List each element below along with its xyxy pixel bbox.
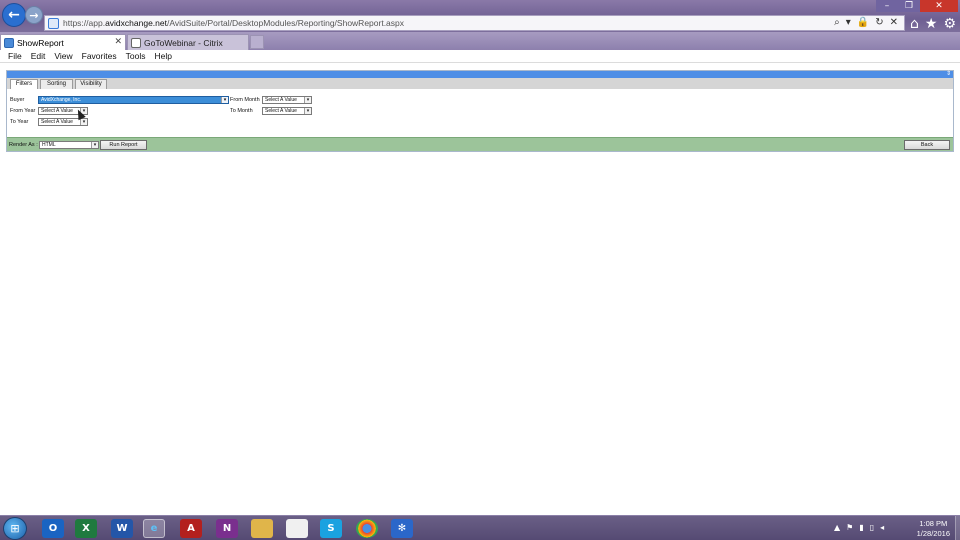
volume-icon[interactable]: ◂ [880, 523, 884, 532]
run-report-button[interactable]: Run Report [100, 140, 147, 150]
report-parameters-panel: ⇕ Filters Sorting Visibility Buyer AvidX… [6, 70, 954, 152]
maximize-button[interactable]: ❐ [898, 0, 920, 12]
favorites-star-icon[interactable]: ★ [925, 16, 938, 32]
back-button[interactable]: ← [2, 3, 26, 27]
back-arrow-icon: ← [8, 7, 20, 23]
to-month-value: Select A Value [265, 108, 297, 114]
render-as-select[interactable]: HTML ▾ [39, 141, 99, 149]
forward-button[interactable]: → [25, 6, 43, 24]
from-month-select[interactable]: Select A Value ▾ [262, 96, 312, 104]
skype-icon[interactable]: S [320, 519, 342, 538]
back-button-report[interactable]: Back [904, 140, 950, 150]
tray-expand-icon[interactable]: ▲ [834, 523, 840, 532]
windows-taskbar: ⊞ O X W e A N S ✻ ▲ ⚑ ▮ ▯ ◂ 1:08 PM 1/28… [0, 515, 960, 540]
tab-sorting[interactable]: Sorting [40, 79, 73, 89]
from-month-label: From Month [230, 97, 260, 103]
from-year-value: Select A Value [41, 108, 73, 114]
url-host: avidxchange.net [105, 18, 167, 28]
battery-icon[interactable]: ▯ [870, 523, 874, 532]
panel-header: ⇕ [7, 70, 953, 78]
system-tray: ▲ ⚑ ▮ ▯ ◂ 1:08 PM 1/28/2016 [830, 516, 960, 540]
excel-icon[interactable]: X [75, 519, 97, 538]
lock-icon[interactable]: 🔒 [857, 17, 869, 28]
clock[interactable]: 1:08 PM 1/28/2016 [917, 519, 950, 539]
menu-help[interactable]: Help [154, 50, 171, 62]
minimize-button[interactable]: – [876, 0, 898, 12]
from-month-value: Select A Value [265, 97, 297, 103]
from-year-label: From Year [10, 108, 36, 114]
home-icon[interactable]: ⌂ [910, 16, 919, 32]
chevron-down-icon: ▾ [304, 108, 311, 114]
chevron-down-icon: ▾ [80, 119, 87, 125]
tab-showreport[interactable]: ShowReport ✕ [0, 34, 126, 50]
browser-tab-row: ShowReport ✕ GoToWebinar - Citrix [0, 32, 960, 50]
address-tools: ⌕ ▾ 🔒 ↻ ✕ [834, 17, 898, 28]
tab-visibility[interactable]: Visibility [75, 79, 107, 89]
tab-label: GoToWebinar - Citrix [144, 37, 223, 48]
buyer-value: AvidXchange, Inc. [41, 97, 82, 103]
clock-date: 1/28/2016 [916, 529, 950, 538]
window-controls: – ❐ ✕ [876, 0, 958, 12]
browser-toolbar-icons: ⌂ ★ ⚙ [910, 16, 956, 32]
report-subtabs: Filters Sorting Visibility [7, 78, 953, 89]
chevron-down-icon: ▾ [91, 142, 98, 148]
menu-tools[interactable]: Tools [126, 50, 146, 62]
forward-arrow-icon: → [29, 8, 39, 22]
new-tab-button[interactable] [250, 35, 264, 49]
chrome-icon[interactable] [356, 519, 378, 538]
buyer-select[interactable]: AvidXchange, Inc. ▾ [38, 96, 229, 104]
url-prefix: https://app. [63, 18, 106, 28]
screen: ← → https://app.avidxchange.net/AvidSuit… [0, 0, 960, 540]
tray-icons: ▲ ⚑ ▮ ▯ ◂ [834, 523, 884, 532]
tab-close-icon[interactable]: ✕ [114, 37, 122, 47]
internet-explorer-icon[interactable]: e [143, 519, 165, 538]
app-icon[interactable]: ✻ [391, 519, 413, 538]
menu-view[interactable]: View [54, 50, 72, 62]
menu-bar: File Edit View Favorites Tools Help [0, 50, 960, 63]
collapse-icon[interactable]: ⇕ [946, 70, 951, 78]
outlook-icon[interactable]: O [42, 519, 64, 538]
chevron-down-icon: ▾ [221, 97, 228, 103]
word-icon[interactable]: W [111, 519, 133, 538]
chevron-down-icon: ▾ [304, 97, 311, 103]
to-year-value: Select A Value [41, 119, 73, 125]
to-year-label: To Year [10, 119, 29, 125]
menu-favorites[interactable]: Favorites [82, 50, 117, 62]
search-icon[interactable]: ⌕ [834, 17, 840, 28]
render-toolbar: Render As : HTML ▾ Run Report Back [7, 137, 953, 151]
render-as-label: Render As : [9, 142, 38, 148]
webinar-page-icon [131, 38, 141, 48]
action-center-icon[interactable]: ⚑ [846, 523, 853, 532]
to-month-label: To Month [230, 108, 253, 114]
dropdown-icon[interactable]: ▾ [846, 17, 851, 28]
tab-filters[interactable]: Filters [10, 79, 38, 89]
gear-icon[interactable]: ⚙ [943, 16, 956, 32]
address-bar[interactable]: https://app.avidxchange.net/AvidSuite/Po… [44, 15, 905, 31]
network-icon[interactable]: ▮ [859, 523, 863, 532]
menu-file[interactable]: File [8, 50, 22, 62]
page-icon [48, 18, 59, 29]
buyer-label: Buyer [10, 97, 25, 103]
notepad-icon[interactable] [286, 519, 308, 538]
clock-time: 1:08 PM [919, 519, 948, 528]
menu-edit[interactable]: Edit [31, 50, 46, 62]
to-month-select[interactable]: Select A Value ▾ [262, 107, 312, 115]
windows-logo-icon: ⊞ [10, 522, 20, 535]
ie-page-icon [4, 38, 14, 48]
close-window-button[interactable]: ✕ [920, 0, 958, 12]
tab-label: ShowReport [17, 37, 64, 48]
onenote-icon[interactable]: N [216, 519, 238, 538]
start-button[interactable]: ⊞ [3, 517, 27, 540]
refresh-icon[interactable]: ↻ [875, 17, 883, 28]
url-path: /AvidSuite/Portal/DesktopModules/Reporti… [166, 18, 405, 28]
browser-titlebar: ← → https://app.avidxchange.net/AvidSuit… [0, 0, 960, 32]
show-desktop-button[interactable] [955, 516, 960, 540]
filters-area: Buyer AvidXchange, Inc. ▾ From Year Sele… [7, 89, 953, 137]
render-as-value: HTML [42, 142, 56, 148]
file-explorer-icon[interactable] [251, 519, 273, 538]
tab-gotowebinar[interactable]: GoToWebinar - Citrix [127, 34, 249, 50]
url-text: https://app.avidxchange.net/AvidSuite/Po… [63, 17, 404, 30]
close-icon[interactable]: ✕ [890, 17, 898, 28]
acrobat-icon[interactable]: A [180, 519, 202, 538]
